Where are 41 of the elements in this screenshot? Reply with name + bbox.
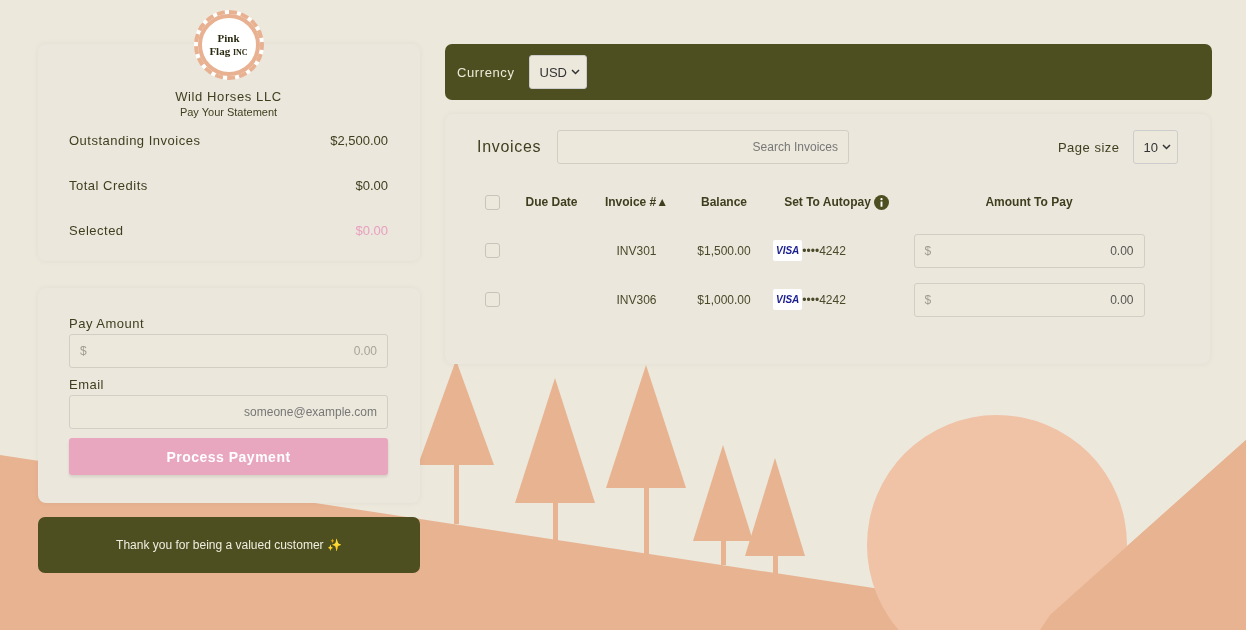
chevron-down-icon — [571, 69, 580, 75]
row-checkbox[interactable] — [485, 292, 500, 307]
invoices-title: Invoices — [477, 138, 543, 156]
card-number: ••••4242 — [802, 243, 846, 258]
summary-label: Outstanding Invoices — [69, 133, 201, 148]
currency-label: Currency — [457, 64, 515, 80]
column-header[interactable]: Due Date — [525, 195, 578, 209]
table-cell: $1,500.00 — [697, 243, 751, 258]
card-brand-logo: VISA — [773, 240, 803, 261]
email-field[interactable]: someone@example.com — [69, 395, 388, 429]
column-header[interactable]: Set To Autopay — [784, 195, 871, 209]
summary-value: $2,500.00 — [330, 133, 388, 148]
card-number: ••••4242 — [802, 292, 846, 307]
summary-value: $0.00 — [355, 223, 388, 238]
search-field[interactable]: Search Invoices — [557, 130, 849, 164]
page-subtitle: Pay Your Statement — [178, 106, 279, 118]
column-header[interactable]: Balance — [701, 195, 747, 209]
summary-value: $0.00 — [355, 178, 388, 193]
info-icon[interactable] — [873, 194, 889, 210]
table-cell: $1,000.00 — [697, 292, 751, 307]
currency-prefix: $ — [924, 291, 932, 309]
thank-you-banner: Thank you for being a valued customer ✨ — [38, 517, 420, 573]
page-size-label: Page size — [1057, 139, 1120, 155]
currency-prefix: $ — [80, 343, 87, 360]
table-cell: INV301 — [616, 243, 657, 258]
field-label: Email — [69, 377, 105, 392]
currency-select[interactable]: USD — [528, 55, 587, 89]
column-header[interactable]: Amount To Pay — [985, 195, 1073, 209]
currency-prefix: $ — [924, 242, 932, 260]
summary-label: Selected — [69, 223, 124, 238]
field-label: Pay Amount — [69, 316, 146, 331]
summary-label: Total Credits — [69, 178, 148, 193]
column-header[interactable]: Invoice #▲ — [604, 195, 669, 209]
select-all-checkbox[interactable] — [485, 194, 500, 210]
table-cell: INV306 — [616, 292, 657, 307]
page-size-select[interactable]: 10 — [1132, 130, 1178, 164]
logo: Pink Flag INC — [193, 10, 264, 80]
row-checkbox[interactable] — [485, 243, 500, 258]
company-name: Wild Horses LLC — [174, 89, 283, 104]
card-brand-logo: VISA — [773, 289, 803, 310]
chevron-down-icon — [1162, 144, 1171, 150]
